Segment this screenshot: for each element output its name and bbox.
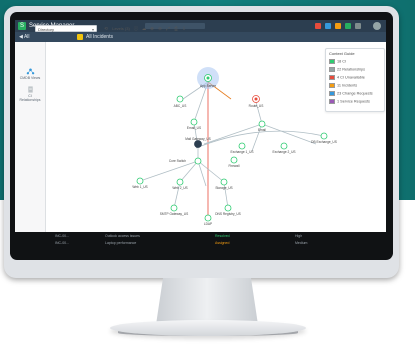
graph-node-exchange-2[interactable]: Exchange 2_US [272, 142, 296, 154]
graph-edge [197, 160, 225, 183]
legend-label: 4 CI Unavailable [337, 75, 365, 80]
graph-node-route[interactable]: Route_US [249, 95, 264, 109]
graph-node-storage[interactable]: Storage_US [215, 178, 233, 190]
incident-table: INC-00... Outlook access issues Resolved… [15, 232, 386, 248]
graph-node-email[interactable]: Email [258, 120, 266, 132]
graph-node-db-exchange[interactable]: DB Exchange_US [311, 132, 337, 144]
legend-item[interactable]: 1 Service Requests [329, 99, 370, 105]
legend-item[interactable]: 18 CI [329, 59, 346, 65]
graph-node-mail-gateway[interactable]: Mail Gateway_US [185, 137, 211, 148]
legend-item[interactable]: 22 Relationships [329, 67, 365, 73]
table-cell: INC-00... [55, 241, 70, 245]
legend-item[interactable]: 11 Incidents [329, 83, 357, 89]
legend-swatch [329, 83, 335, 88]
sidebar-item-label: CMDB Views [19, 76, 41, 80]
graph-node-label: DB Exchange_US [311, 140, 337, 144]
legend-label: 23 Change Requests [337, 91, 373, 96]
export-icon[interactable]: ⇩ [181, 25, 187, 32]
monitor-base [110, 320, 306, 336]
legend-label: 18 CI [337, 59, 347, 64]
graph-node-label: Web 2_US [172, 186, 187, 190]
sidebar: CMDB Views CI Relationships [15, 42, 46, 240]
sidebar-item-ci-relationships[interactable]: CI Relationships [19, 86, 41, 102]
graph-node-label: Firewall [229, 164, 240, 168]
graph-node-smtp-gateway[interactable]: SMTP Gateway_US [160, 204, 188, 216]
graph-node-exchange-1[interactable]: Exchange 1_US [230, 142, 254, 154]
legend-swatch [329, 99, 335, 104]
table-cell: Laptop performance [105, 241, 137, 245]
view-select-value: Directory [38, 27, 55, 32]
legend-item[interactable]: 23 Change Requests [329, 91, 373, 97]
table-cell: Outlook access issues [105, 234, 140, 238]
graph-toolbar: Directory ▾ ⟲ Levels (3) ⓘ ☁ ⊕ ⊖ ⤢ ⎙ ⇩ [33, 24, 369, 34]
graph-node-label: Storage_US [215, 186, 232, 190]
print-icon[interactable]: ⎙ [173, 25, 179, 32]
graph-node-label: SMTP Gateway_US [160, 212, 188, 216]
legend-swatch [329, 75, 335, 80]
legend-label: 11 Incidents [337, 83, 358, 88]
graph-node-label: Web 1_US [132, 185, 147, 189]
status-badge: Resolved [215, 234, 230, 238]
legend-swatch [329, 91, 335, 96]
graph-edge [197, 160, 207, 187]
graph-node-web-2[interactable]: Web 2_US [172, 178, 188, 190]
graph-node-label: Exchange 2_US [272, 150, 295, 154]
graph-node-label: Email [258, 128, 266, 132]
info-icon[interactable]: ⓘ [133, 25, 139, 32]
table-cell: INC-00... [55, 234, 70, 238]
graph-node-label: Exchange 1_US [230, 150, 253, 154]
legend-swatch [329, 59, 335, 64]
sidebar-item-cmdb-views[interactable]: CMDB Views [19, 68, 41, 80]
monitor-stand [156, 278, 258, 322]
legend-label: 1 Service Requests [337, 99, 370, 104]
refresh-icon[interactable]: ⟲ [103, 25, 109, 32]
network-icon [26, 68, 34, 75]
legend-swatch [329, 67, 335, 72]
status-badge: Assigned [215, 241, 230, 245]
graph-node-label: Route_US [249, 104, 264, 108]
graph-node-ldap[interactable]: LDAP [204, 214, 212, 226]
graph-node-label: LDAP [204, 222, 212, 226]
table-cell: High [295, 234, 303, 238]
fit-icon[interactable]: ⤢ [165, 25, 171, 32]
graph-node-label: App Server [200, 84, 217, 88]
table-row[interactable]: INC-00... Laptop performance Assigned Me… [15, 240, 386, 246]
document-icon [27, 86, 33, 93]
graph-node-label: Core Switch [169, 159, 186, 163]
levels-control[interactable]: Levels (3) [111, 25, 131, 32]
cloud-icon[interactable]: ☁ [141, 25, 147, 32]
avatar[interactable] [373, 22, 381, 30]
graph-edge [261, 123, 317, 145]
brand-logo-icon: S [18, 22, 26, 30]
graph-node-firewall[interactable]: Firewall [229, 156, 240, 168]
graph-node-label: ABC_US [174, 104, 187, 108]
graph-node-dns-registry[interactable]: DNS Registry_US [215, 204, 241, 216]
chevron-down-icon: ▾ [91, 27, 94, 32]
sidebar-item-label: CI Relationships [19, 94, 41, 102]
graph-edge [203, 123, 263, 145]
relationship-graph: App Server ABC_US Email_US Route_US Emai… [132, 67, 337, 226]
graph-node-web-1[interactable]: Web 1_US [132, 177, 148, 189]
graph-node-label: Email_US [187, 126, 201, 130]
graph-node-label: Mail Gateway_US [185, 137, 211, 141]
graph-node-email-us[interactable]: Email_US [187, 118, 201, 130]
zoom-in-icon[interactable]: ⊕ [149, 25, 155, 32]
legend-label: 22 Relationships [337, 67, 366, 72]
back-link[interactable]: ◀ All [19, 33, 30, 41]
view-select[interactable]: Directory ▾ [35, 25, 97, 32]
legend-item[interactable]: 4 CI Unavailable [329, 75, 365, 81]
graph-node-label: DNS Registry_US [215, 212, 241, 216]
legend-title: Context Guide [329, 51, 355, 56]
table-row[interactable]: INC-00... Outlook access issues Resolved… [15, 233, 386, 239]
context-guide-panel: Context Guide 18 CI 22 Relationships 4 C… [325, 48, 385, 112]
graph-node-core-switch[interactable]: Core Switch [169, 157, 202, 165]
table-cell: Medium [295, 241, 308, 245]
zoom-out-icon[interactable]: ⊖ [157, 25, 163, 32]
